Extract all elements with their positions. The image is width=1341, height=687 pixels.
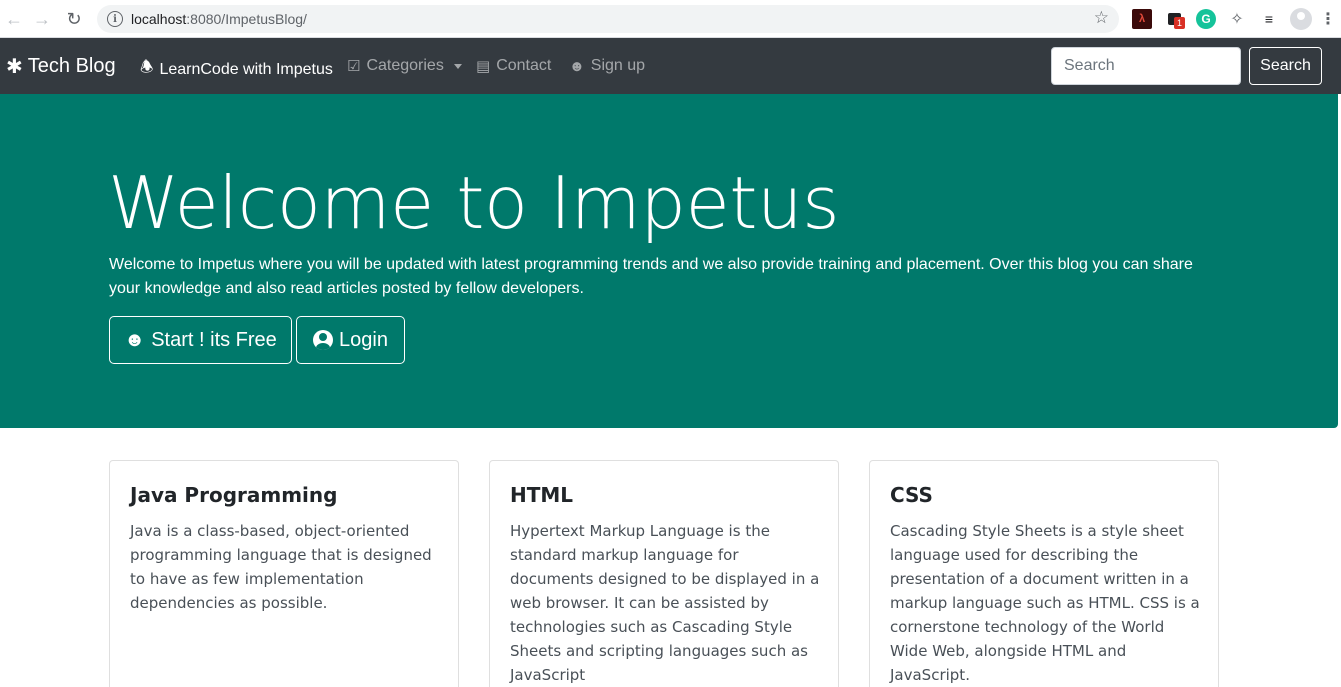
forward-arrow-icon[interactable]: → bbox=[30, 7, 54, 31]
card-java: Java Programming Java is a class-based, … bbox=[109, 460, 459, 687]
login-button-label: Login bbox=[339, 328, 388, 351]
grammarly-extension-icon[interactable]: G bbox=[1196, 9, 1216, 29]
bell-icon: 🕭︎ bbox=[140, 59, 154, 76]
search-button[interactable]: Search bbox=[1249, 47, 1322, 85]
extensions-puzzle-icon[interactable]: ✧ bbox=[1227, 9, 1247, 29]
user-circle-icon bbox=[313, 330, 334, 350]
asterisk-icon: ✱ bbox=[6, 56, 23, 78]
pdf-extension-icon[interactable]: λ bbox=[1132, 9, 1152, 29]
profile-avatar-icon[interactable] bbox=[1290, 8, 1312, 30]
back-arrow-icon[interactable]: ← bbox=[2, 7, 26, 31]
reload-icon[interactable]: ↻ bbox=[62, 7, 86, 31]
card-title: Java Programming bbox=[130, 483, 338, 507]
site-info-icon[interactable]: i bbox=[107, 11, 123, 27]
url-path: :8080/ImpetusBlog/ bbox=[186, 11, 307, 27]
card-css: CSS Cascading Style Sheets is a style sh… bbox=[869, 460, 1219, 687]
media-queue-icon[interactable]: ≡ bbox=[1259, 9, 1279, 29]
nav-item-label: Contact bbox=[496, 57, 552, 74]
browser-menu-icon[interactable]: ⋮ bbox=[1318, 9, 1338, 29]
brand-text: Tech Blog bbox=[27, 55, 116, 77]
check-square-icon: ☑ bbox=[347, 58, 361, 75]
card-text: Java is a class-based, object-oriented p… bbox=[130, 522, 432, 612]
chevron-down-icon bbox=[453, 63, 462, 69]
notification-badge: 1 bbox=[1174, 17, 1186, 29]
nav-item-label: LearnCode with Impetus bbox=[159, 60, 333, 78]
address-bar[interactable]: i localhost:8080/ImpetusBlog/ ☆ bbox=[97, 5, 1119, 33]
card-title: HTML bbox=[510, 483, 574, 507]
site-navbar: ✱ Tech Blog 🕭︎ LearnCode with Impetus ☑ … bbox=[0, 38, 1341, 94]
address-card-icon: ▤ bbox=[476, 58, 491, 75]
browser-toolbar: ← → ↻ i localhost:8080/ImpetusBlog/ ☆ λ … bbox=[0, 0, 1341, 38]
login-button[interactable]: Login bbox=[296, 316, 405, 364]
nav-item-contact[interactable]: ▤ Contact bbox=[476, 57, 551, 75]
hero-title: Welcome to Impetus bbox=[108, 161, 840, 245]
nav-item-label: Categories bbox=[366, 57, 444, 74]
url-text[interactable]: localhost:8080/ImpetusBlog/ bbox=[131, 11, 307, 27]
url-host: localhost bbox=[131, 11, 187, 27]
search-input[interactable] bbox=[1051, 47, 1241, 85]
card-text: Hypertext Markup Language is the standar… bbox=[510, 522, 820, 684]
brand-link[interactable]: ✱ Tech Blog bbox=[6, 54, 116, 79]
card-title: CSS bbox=[890, 483, 933, 507]
nav-item-categories[interactable]: ☑ Categories bbox=[347, 57, 462, 75]
hero-description: Welcome to Impetus where you will be upd… bbox=[109, 256, 1193, 297]
card-html: HTML Hypertext Markup Language is the st… bbox=[489, 460, 839, 687]
user-plus-icon: ☻ bbox=[569, 57, 585, 75]
nav-item-signup[interactable]: ☻ Sign up bbox=[569, 57, 645, 75]
user-plus-icon: ☻ bbox=[124, 328, 146, 351]
bookmark-star-icon[interactable]: ☆ bbox=[1094, 8, 1109, 28]
start-free-button[interactable]: ☻ Start ! its Free bbox=[109, 316, 292, 364]
start-button-label: Start ! its Free bbox=[151, 328, 277, 351]
mail-extension-icon[interactable]: 1 bbox=[1164, 9, 1186, 29]
nav-item-learncode[interactable]: 🕭︎ LearnCode with Impetus bbox=[140, 57, 333, 82]
nav-item-label: Sign up bbox=[590, 57, 646, 74]
card-text: Cascading Style Sheets is a style sheet … bbox=[890, 522, 1200, 684]
hero-jumbotron: Welcome to Impetus Welcome to Impetus wh… bbox=[0, 94, 1338, 428]
